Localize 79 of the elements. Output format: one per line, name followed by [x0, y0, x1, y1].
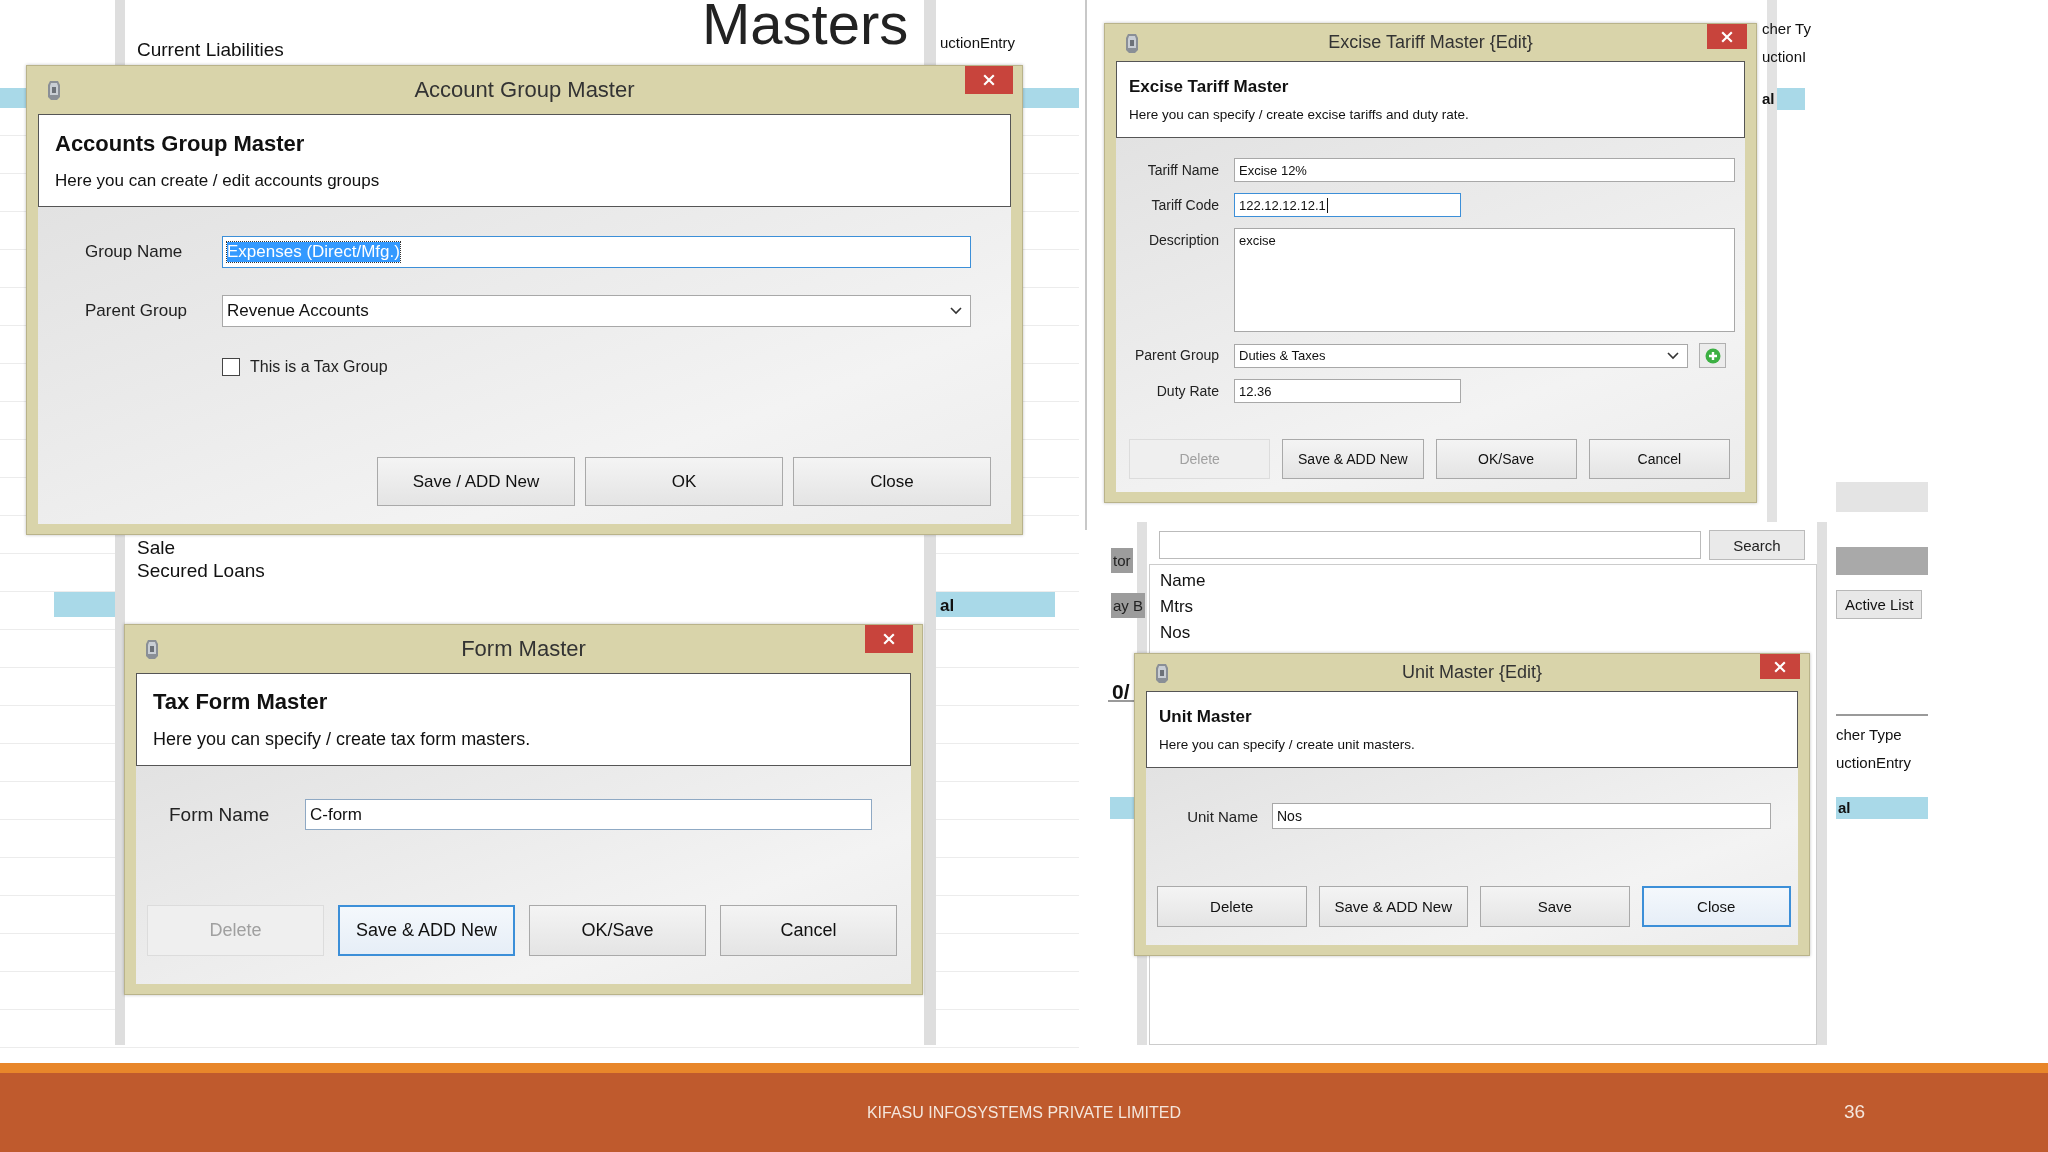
- column-text: al: [940, 596, 955, 616]
- column-header: Name: [1160, 571, 1207, 591]
- close-button[interactable]: [965, 66, 1013, 94]
- dialog-button[interactable]: Save / ADD New: [377, 457, 575, 506]
- list-text: cher Ty: [1762, 20, 1811, 37]
- window-title: Excise Tariff Master {Edit}: [1327, 32, 1534, 53]
- chevron-down-icon: [1667, 351, 1679, 360]
- checkbox-label: This is a Tax Group: [250, 358, 388, 376]
- tab-label[interactable]: ay B: [1111, 593, 1145, 618]
- close-icon: [1721, 30, 1733, 43]
- list-text: uctionI: [1762, 48, 1807, 65]
- dialog-heading: Unit Master: [1159, 707, 1253, 727]
- dialog-button[interactable]: Save: [1480, 886, 1630, 927]
- field-label: Form Name: [169, 803, 270, 826]
- dialog-button[interactable]: Delete: [1157, 886, 1307, 927]
- chevron-down-icon: [950, 307, 962, 315]
- field-label: Tariff Code: [1151, 196, 1219, 213]
- window-title: Form Master: [460, 636, 587, 662]
- page-number: 36: [1844, 1101, 1866, 1123]
- column-text: al: [1838, 799, 1851, 816]
- dialog-heading: Tax Form Master: [153, 689, 329, 715]
- field-label: Parent Group: [85, 301, 188, 321]
- close-icon: [983, 74, 995, 86]
- field-label: Unit Name: [1187, 807, 1258, 825]
- search-button[interactable]: Search: [1708, 530, 1805, 560]
- field-label: Duty Rate: [1156, 382, 1219, 399]
- text-field[interactable]: 122.12.12.12.1: [1234, 193, 1461, 217]
- dialog-button[interactable]: Cancel: [720, 905, 897, 956]
- company-name: KIFASU INFOSYSTEMS PRIVATE LIMITED: [866, 1103, 1182, 1122]
- field-label: Tariff Name: [1147, 161, 1219, 178]
- plus-icon: [1704, 347, 1721, 364]
- text-field[interactable]: Excise 12%: [1234, 158, 1735, 182]
- text-field[interactable]: C-form: [305, 799, 872, 830]
- column-text: 0/: [1112, 680, 1130, 704]
- list-item[interactable]: Sale: [137, 537, 176, 559]
- text-field[interactable]: 12.36: [1234, 379, 1461, 403]
- dropdown-field[interactable]: Duties & Taxes: [1234, 343, 1688, 368]
- dialog-description: Here you can create / edit accounts groups: [55, 170, 381, 191]
- list-item[interactable]: Mtrs: [1160, 597, 1806, 617]
- list-button[interactable]: Active List: [1836, 590, 1923, 619]
- dialog-button[interactable]: OK/Save: [529, 905, 706, 956]
- text-area[interactable]: excise: [1234, 228, 1735, 332]
- field-label: Parent Group: [1134, 346, 1219, 363]
- dialog-button[interactable]: OK/Save: [1435, 439, 1577, 479]
- search-field[interactable]: [1159, 531, 1701, 559]
- field-label: Group Name: [85, 242, 183, 262]
- dialog-button[interactable]: OK: [585, 457, 783, 506]
- close-button[interactable]: [1760, 654, 1800, 679]
- list-item[interactable]: Secured Loans: [137, 560, 265, 582]
- close-icon: [1774, 660, 1786, 673]
- text-field[interactable]: Nos: [1272, 803, 1771, 829]
- column-text: al: [1762, 90, 1775, 107]
- checkbox[interactable]: [222, 358, 240, 376]
- close-icon: [883, 633, 895, 645]
- dialog-button[interactable]: Save & ADD New: [1282, 439, 1424, 479]
- tab-label[interactable]: tor: [1111, 548, 1133, 573]
- field-label: Description: [1148, 231, 1219, 248]
- dialog-button[interactable]: Save & ADD New: [338, 905, 515, 956]
- dialog-description: Here you can specify / create excise tariffs and duty rate.: [1129, 107, 1470, 122]
- window-title: Unit Master {Edit}: [1400, 662, 1544, 683]
- dialog-description: Here you can specify / create unit masters.: [1159, 737, 1416, 752]
- add-button[interactable]: [1699, 343, 1726, 368]
- dialog-heading: Excise Tariff Master: [1129, 77, 1290, 97]
- list-item[interactable]: Current Liabilities: [137, 39, 284, 61]
- slide-title: Masters: [702, 0, 909, 57]
- list-text: uctionEntry: [940, 34, 1016, 51]
- close-button[interactable]: [865, 625, 913, 653]
- list-item[interactable]: Nos: [1160, 623, 1806, 643]
- dialog-button[interactable]: Close: [793, 457, 991, 506]
- list-text: cher Type: [1836, 726, 1902, 743]
- close-button[interactable]: [1707, 24, 1747, 49]
- dialog-button[interactable]: Save & ADD New: [1318, 886, 1468, 927]
- list-text: uctionEntry: [1836, 754, 1912, 771]
- dropdown-field[interactable]: Revenue Accounts: [222, 295, 971, 327]
- dialog-description: Here you can specify / create tax form masters.: [153, 729, 532, 750]
- dialog-heading: Accounts Group Master: [55, 130, 306, 157]
- window-title: Account Group Master: [413, 77, 636, 103]
- dialog-button[interactable]: Cancel: [1588, 439, 1730, 479]
- dialog-button[interactable]: Close: [1641, 886, 1791, 927]
